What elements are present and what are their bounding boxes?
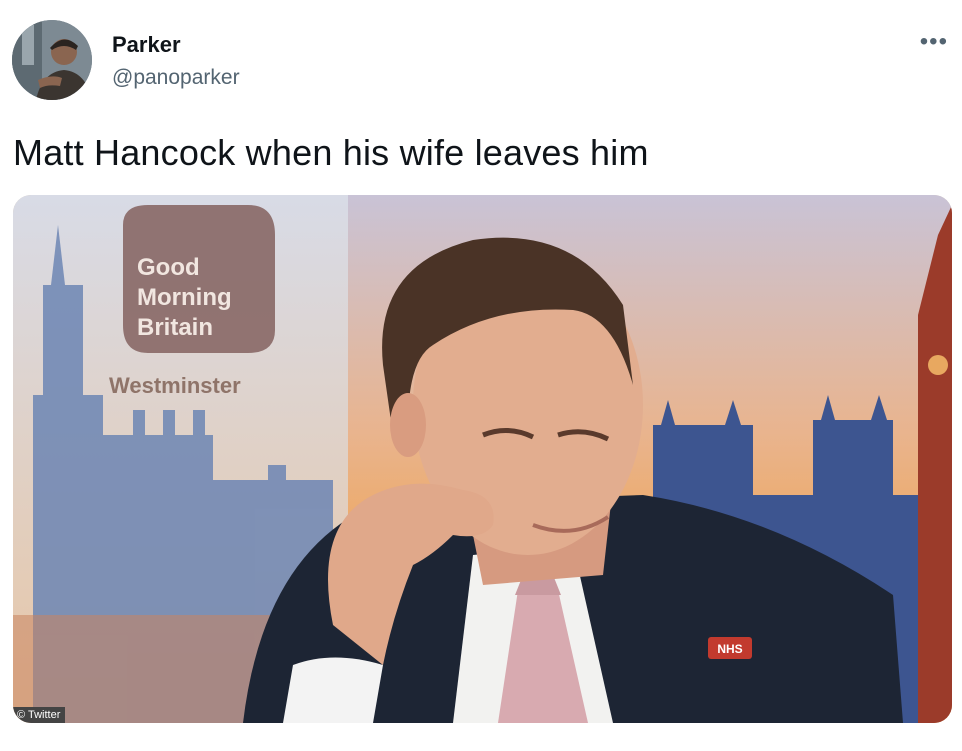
lapel-badge-text: NHS — [717, 642, 742, 656]
author-name[interactable]: Parker — [112, 32, 181, 58]
avatar-image — [12, 20, 92, 100]
location-label: Westminster — [109, 373, 241, 398]
author-handle[interactable]: @panoparker — [112, 66, 240, 90]
logo-line-2: Morning — [137, 284, 232, 311]
image-credit: © Twitter — [13, 707, 66, 723]
tweet-text: Matt Hancock when his wife leaves him — [13, 132, 649, 173]
avatar[interactable] — [12, 20, 92, 100]
more-options-icon[interactable]: ••• — [920, 28, 948, 56]
logo-line-1: Good — [137, 254, 200, 281]
tweet-media[interactable]: Good Morning Britain Westminster NHS © T… — [13, 195, 952, 723]
logo-line-3: Britain — [137, 314, 213, 341]
media-image: Good Morning Britain Westminster NHS — [13, 195, 952, 723]
